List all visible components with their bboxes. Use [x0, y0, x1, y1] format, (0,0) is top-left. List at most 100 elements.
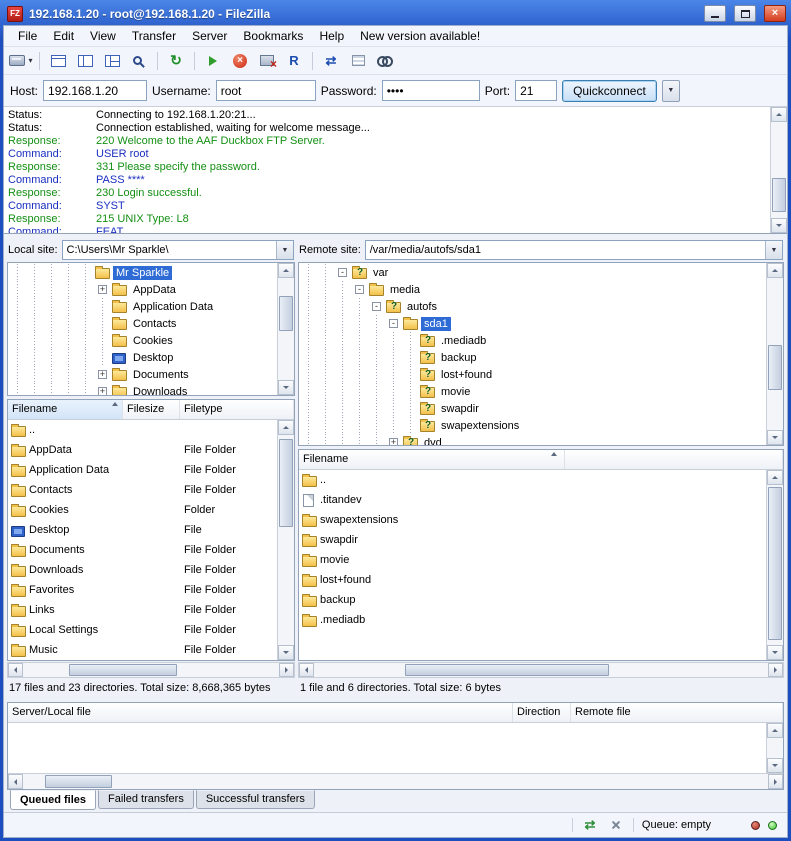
- file-row[interactable]: swapdir: [299, 530, 766, 550]
- file-row[interactable]: MusicFile Folder: [8, 640, 277, 660]
- scroll-left-button[interactable]: [8, 663, 23, 677]
- tree-item-autofs[interactable]: autofs: [300, 298, 765, 315]
- file-row[interactable]: lost+found: [299, 570, 766, 590]
- file-row[interactable]: swapextensions: [299, 510, 766, 530]
- scroll-left-button[interactable]: [299, 663, 314, 677]
- scroll-down-button[interactable]: [278, 645, 294, 660]
- tree-item-dvd[interactable]: dvd: [300, 434, 765, 446]
- tree-item-desktop[interactable]: Desktop: [9, 349, 276, 366]
- chevron-down-icon[interactable]: ▼: [276, 241, 293, 259]
- tree-item-sda1[interactable]: sda1: [300, 315, 765, 332]
- column-header-remote-file[interactable]: Remote file: [571, 703, 783, 722]
- scroll-right-button[interactable]: [279, 663, 294, 677]
- username-input[interactable]: [216, 80, 316, 101]
- file-row[interactable]: Application DataFile Folder: [8, 460, 277, 480]
- column-header-server-local-file[interactable]: Server/Local file: [8, 703, 513, 722]
- tree-item-documents[interactable]: Documents: [9, 366, 276, 383]
- tree-item-backup[interactable]: backup: [300, 349, 765, 366]
- expand-icon[interactable]: [94, 383, 111, 396]
- queue-vertical-scrollbar[interactable]: [766, 723, 783, 773]
- refresh-button[interactable]: [163, 49, 189, 73]
- scroll-up-button[interactable]: [771, 107, 787, 122]
- column-divider[interactable]: [564, 450, 565, 469]
- menu-item-bookmarks[interactable]: Bookmarks: [235, 27, 311, 45]
- column-header-direction[interactable]: Direction: [513, 703, 571, 722]
- file-row[interactable]: ..: [299, 470, 766, 490]
- file-row[interactable]: DownloadsFile Folder: [8, 560, 277, 580]
- remote-list-scrollbar[interactable]: [766, 470, 783, 660]
- column-header-filetype[interactable]: Filetype: [180, 400, 294, 419]
- menu-item-server[interactable]: Server: [184, 27, 235, 45]
- file-row[interactable]: ContactsFile Folder: [8, 480, 277, 500]
- local-list-scrollbar[interactable]: [277, 420, 294, 660]
- tree-item-cookies[interactable]: Cookies: [9, 332, 276, 349]
- scrollbar-thumb[interactable]: [69, 664, 177, 676]
- tab-failed-transfers[interactable]: Failed transfers: [98, 790, 194, 809]
- scroll-right-button[interactable]: [768, 663, 783, 677]
- site-manager-button[interactable]: ▾: [8, 49, 34, 73]
- remote-tree-scrollbar[interactable]: [766, 263, 783, 445]
- menu-item-new-version[interactable]: New version available!: [352, 27, 488, 45]
- file-row[interactable]: DesktopFile: [8, 520, 277, 540]
- file-row[interactable]: DocumentsFile Folder: [8, 540, 277, 560]
- toggle-remote-tree-button[interactable]: [99, 49, 125, 73]
- file-row[interactable]: .titandev: [299, 490, 766, 510]
- file-row[interactable]: AppDataFile Folder: [8, 440, 277, 460]
- file-row[interactable]: .mediadb: [299, 610, 766, 630]
- scrollbar-thumb[interactable]: [768, 345, 782, 391]
- file-row[interactable]: CookiesFolder: [8, 500, 277, 520]
- scroll-down-button[interactable]: [767, 645, 783, 660]
- menu-item-edit[interactable]: Edit: [45, 27, 82, 45]
- collapse-icon[interactable]: [351, 281, 368, 298]
- quickconnect-dropdown-button[interactable]: ▼: [662, 80, 680, 102]
- close-button[interactable]: ×: [764, 5, 786, 22]
- collapse-icon[interactable]: [334, 264, 351, 281]
- port-input[interactable]: [515, 80, 557, 101]
- tree-item-mr-sparkle[interactable]: Mr Sparkle: [9, 264, 276, 281]
- collapse-icon[interactable]: [368, 298, 385, 315]
- collapse-icon[interactable]: [385, 315, 402, 332]
- scroll-right-button[interactable]: [768, 774, 783, 789]
- scrollbar-thumb[interactable]: [772, 178, 786, 213]
- menu-item-help[interactable]: Help: [311, 27, 352, 45]
- column-header-filename[interactable]: Filename: [8, 400, 123, 419]
- tree-item-media[interactable]: media: [300, 281, 765, 298]
- file-row[interactable]: backup: [299, 590, 766, 610]
- scrollbar-thumb[interactable]: [405, 664, 609, 676]
- password-input[interactable]: [382, 80, 480, 101]
- menu-item-transfer[interactable]: Transfer: [124, 27, 184, 45]
- tree-item-application-data[interactable]: Application Data: [9, 298, 276, 315]
- scroll-up-button[interactable]: [767, 470, 783, 485]
- synchronized-browsing-button[interactable]: [345, 49, 371, 73]
- file-row[interactable]: LinksFile Folder: [8, 600, 277, 620]
- tree-item-swapextensions[interactable]: swapextensions: [300, 417, 765, 434]
- maximize-button[interactable]: [734, 5, 756, 22]
- queue-horizontal-scrollbar[interactable]: [8, 773, 783, 789]
- tab-successful-transfers[interactable]: Successful transfers: [196, 790, 315, 809]
- host-input[interactable]: [43, 80, 147, 101]
- directory-comparison-button[interactable]: [318, 49, 344, 73]
- scroll-up-button[interactable]: [278, 263, 294, 278]
- expand-icon[interactable]: [94, 366, 111, 383]
- find-files-button[interactable]: [372, 49, 398, 73]
- tree-item-mediadb[interactable]: .mediadb: [300, 332, 765, 349]
- log-vertical-scrollbar[interactable]: [770, 107, 787, 233]
- scroll-left-button[interactable]: [8, 774, 23, 789]
- toggle-message-log-button[interactable]: [45, 49, 71, 73]
- remote-horizontal-scrollbar[interactable]: [298, 662, 784, 678]
- column-header-filesize[interactable]: Filesize: [123, 400, 180, 419]
- tree-item-appdata[interactable]: AppData: [9, 281, 276, 298]
- tree-item-var[interactable]: var: [300, 264, 765, 281]
- local-tree-scrollbar[interactable]: [277, 263, 294, 395]
- chevron-down-icon[interactable]: ▼: [765, 241, 782, 259]
- scroll-up-button[interactable]: [767, 723, 783, 738]
- quickconnect-button[interactable]: Quickconnect: [562, 80, 657, 102]
- scroll-down-button[interactable]: [767, 758, 783, 773]
- scroll-up-button[interactable]: [278, 420, 294, 435]
- synchronized-browsing-icon[interactable]: ⇄: [581, 818, 599, 833]
- minimize-button[interactable]: [704, 5, 726, 22]
- remote-path-combo[interactable]: /var/media/autofs/sda1▼: [365, 240, 783, 260]
- scrollbar-thumb[interactable]: [279, 296, 293, 331]
- reconnect-button[interactable]: [281, 49, 307, 73]
- directory-comparison-icon[interactable]: [607, 818, 625, 833]
